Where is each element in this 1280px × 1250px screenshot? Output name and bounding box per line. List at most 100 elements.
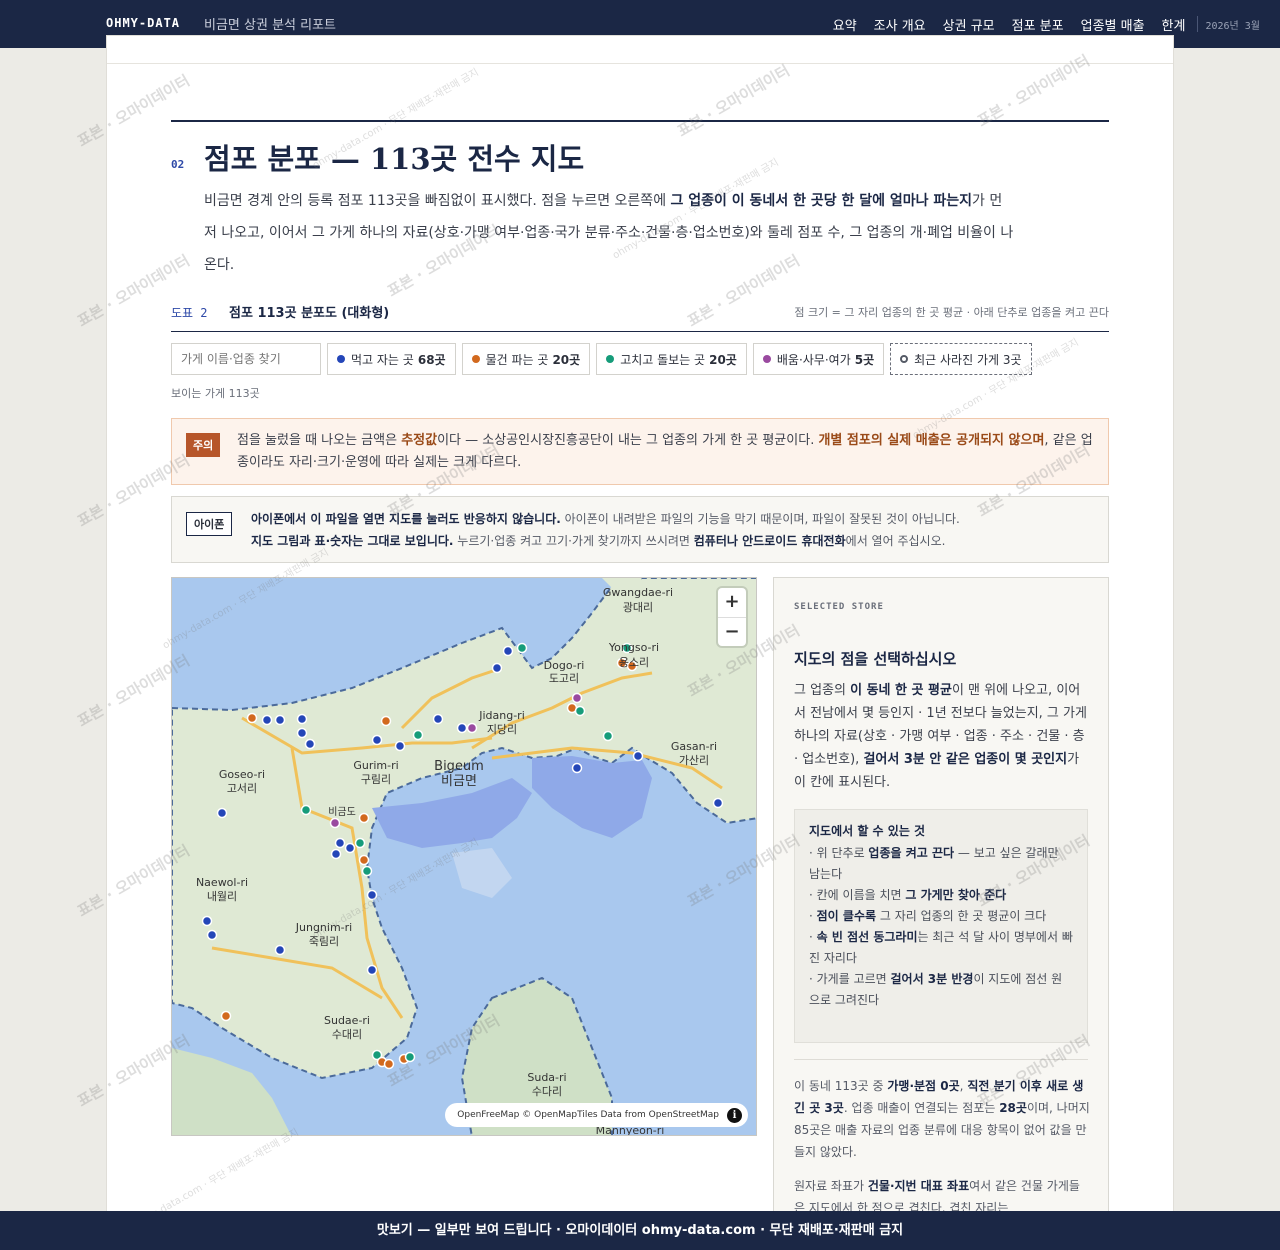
store-marker[interactable]	[274, 944, 286, 956]
filter-retail[interactable]: 물건 파는 곳 20곳	[461, 343, 591, 375]
store-marker[interactable]	[216, 807, 228, 819]
store-marker[interactable]	[394, 740, 406, 752]
store-marker[interactable]	[246, 712, 258, 724]
store-marker[interactable]	[366, 889, 378, 901]
store-marker[interactable]	[330, 848, 342, 860]
store-marker[interactable]	[201, 915, 213, 927]
store-marker[interactable]	[516, 642, 528, 654]
store-marker[interactable]	[383, 1058, 395, 1070]
howto-item: · 위 단추로 업종을 켜고 끈다 — 보고 싶은 갈래만 남는다	[809, 846, 1059, 881]
place-label: Gurim-ri	[353, 759, 398, 772]
place-label: 가산리	[679, 754, 709, 767]
nav-store-distribution[interactable]: 점포 분포	[1012, 15, 1064, 34]
store-marker[interactable]	[632, 750, 644, 762]
store-marker[interactable]	[206, 929, 218, 941]
nav-market-size[interactable]: 상권 규모	[943, 15, 995, 34]
place-label: 용소리	[619, 656, 649, 669]
store-marker[interactable]	[502, 645, 514, 657]
place-label: 지당리	[487, 723, 517, 736]
filter-food-lodging[interactable]: 먹고 자는 곳 68곳	[327, 343, 456, 375]
place-label: 수다리	[532, 1085, 562, 1098]
report-date: 2026년 3월	[1205, 20, 1260, 32]
place-label: Yongso-ri	[608, 641, 659, 654]
zoom-out-button[interactable]: −	[718, 617, 746, 646]
place-label: Gwangdae-ri	[603, 586, 673, 599]
store-marker[interactable]	[366, 964, 378, 976]
report-page: 02 점포 분포 — 113곳 전수 지도 비금면 경계 안의 등록 점포 11…	[107, 36, 1173, 1250]
panel-title: 지도의 점을 선택하십시오	[794, 650, 957, 668]
page-divider	[107, 63, 1173, 64]
store-marker[interactable]	[358, 812, 370, 824]
store-marker[interactable]	[456, 722, 468, 734]
store-marker[interactable]	[571, 762, 583, 774]
food-lodging-dot-icon	[337, 355, 345, 363]
store-marker[interactable]	[712, 797, 724, 809]
store-marker[interactable]	[412, 729, 424, 741]
section-description: 비금면 경계 안의 등록 점포 113곳을 빠짐없이 표시했다. 점을 누르면 …	[204, 193, 1014, 273]
zoom-in-button[interactable]: +	[718, 588, 746, 617]
repair-care-dot-icon	[606, 355, 615, 363]
place-label: Bigeum	[434, 759, 484, 774]
section-number: 02	[171, 158, 185, 171]
panel-divider	[794, 1059, 1088, 1060]
store-marker[interactable]	[466, 722, 478, 734]
place-label: 수대리	[332, 1028, 362, 1041]
brand-logo[interactable]: OHMY-DATA	[106, 16, 180, 30]
category-filters: 먹고 자는 곳 68곳 물건 파는 곳 20곳 고치고 돌보는 곳 20곳 배움·사무…	[327, 343, 1038, 375]
store-marker[interactable]	[220, 1010, 232, 1022]
store-marker[interactable]	[380, 715, 392, 727]
sample-footer-banner: 맛보기 — 일부만 보여 드립니다 · 오마이데이터 ohmy-data.com…	[0, 1211, 1280, 1250]
store-marker[interactable]	[571, 692, 583, 704]
store-marker[interactable]	[304, 738, 316, 750]
store-marker[interactable]	[334, 837, 346, 849]
nav-limitations[interactable]: 한계	[1162, 15, 1186, 34]
attribution-text[interactable]: OpenFreeMap © OpenMapTiles Data from Ope…	[457, 1110, 719, 1120]
panel-kicker: SELECTED STORE	[794, 602, 884, 612]
store-marker[interactable]	[329, 817, 341, 829]
store-marker[interactable]	[344, 842, 356, 854]
store-marker[interactable]	[602, 730, 614, 742]
howto-item: · 점이 클수록 그 자리 업종의 한 곳 평균이 크다	[809, 909, 1047, 923]
filter-repair-care[interactable]: 고치고 돌보는 곳 20곳	[596, 343, 747, 375]
store-marker[interactable]	[432, 713, 444, 725]
store-marker[interactable]	[261, 714, 273, 726]
selected-store-panel: SELECTED STORE 지도의 점을 선택하십시오 그 업종의 이 동네 …	[773, 577, 1109, 1250]
store-marker[interactable]	[371, 734, 383, 746]
figure-title: 점포 113곳 분포도 (대화형)	[229, 306, 390, 321]
place-label: Jungnim-ri	[295, 921, 352, 934]
nav-summary[interactable]: 요약	[833, 15, 857, 34]
place-label: Sudae-ri	[324, 1014, 370, 1027]
estimate-warning: 주의 점을 눌렀을 때 나오는 금액은 추정값이다 — 소상공인시장진흥공단이 …	[171, 418, 1109, 485]
store-marker[interactable]	[361, 865, 373, 877]
place-label: Gasan-ri	[671, 740, 717, 753]
place-label: 죽림리	[309, 935, 339, 948]
store-marker[interactable]	[274, 714, 286, 726]
place-label: 광대리	[623, 601, 653, 614]
store-marker[interactable]	[358, 854, 370, 866]
map-canvas[interactable]: Gwangdae-ri 광대리 Yongso-ri 용소리 Dogo-ri 도고…	[172, 578, 757, 1136]
store-marker[interactable]	[300, 804, 312, 816]
store-map[interactable]: Gwangdae-ri 광대리 Yongso-ri 용소리 Dogo-ri 도고…	[171, 577, 757, 1136]
filter-closed-stores[interactable]: 최근 사라진 가게 3곳	[890, 343, 1032, 375]
place-label: 도고리	[549, 672, 579, 685]
figure-note: 점 크기 = 그 자리 업종의 한 곳 평균 · 아래 단추로 업종을 켜고 끈…	[794, 306, 1109, 319]
store-marker[interactable]	[296, 713, 308, 725]
store-marker[interactable]	[404, 1051, 416, 1063]
nav-sales-by-industry[interactable]: 업종별 매출	[1081, 15, 1145, 34]
panel-stats: 이 동네 113곳 중 가맹·분점 0곳, 직전 분기 이후 새로 생긴 곳 3…	[794, 1079, 1090, 1159]
nav-divider	[1197, 16, 1199, 32]
figure-label: 도표 2	[171, 306, 208, 320]
nav-survey-overview[interactable]: 조사 개요	[874, 15, 926, 34]
howto-item: · 칸에 이름을 치면 그 가게만 찾아 준다	[809, 888, 1007, 902]
store-marker[interactable]	[296, 727, 308, 739]
store-search-input[interactable]	[171, 343, 321, 375]
info-icon[interactable]: i	[727, 1107, 742, 1123]
store-marker[interactable]	[574, 705, 586, 717]
place-label: 고서리	[227, 782, 257, 795]
education-dot-icon	[762, 355, 771, 363]
warning-badge: 주의	[186, 433, 221, 457]
store-marker[interactable]	[354, 837, 366, 849]
iphone-text: 아이폰에서 이 파일을 열면 지도를 눌러도 반응하지 않습니다. 아이폰이 내…	[251, 512, 960, 548]
filter-education-office-leisure[interactable]: 배움·사무·여가 5곳	[752, 343, 885, 375]
store-marker[interactable]	[491, 662, 503, 674]
